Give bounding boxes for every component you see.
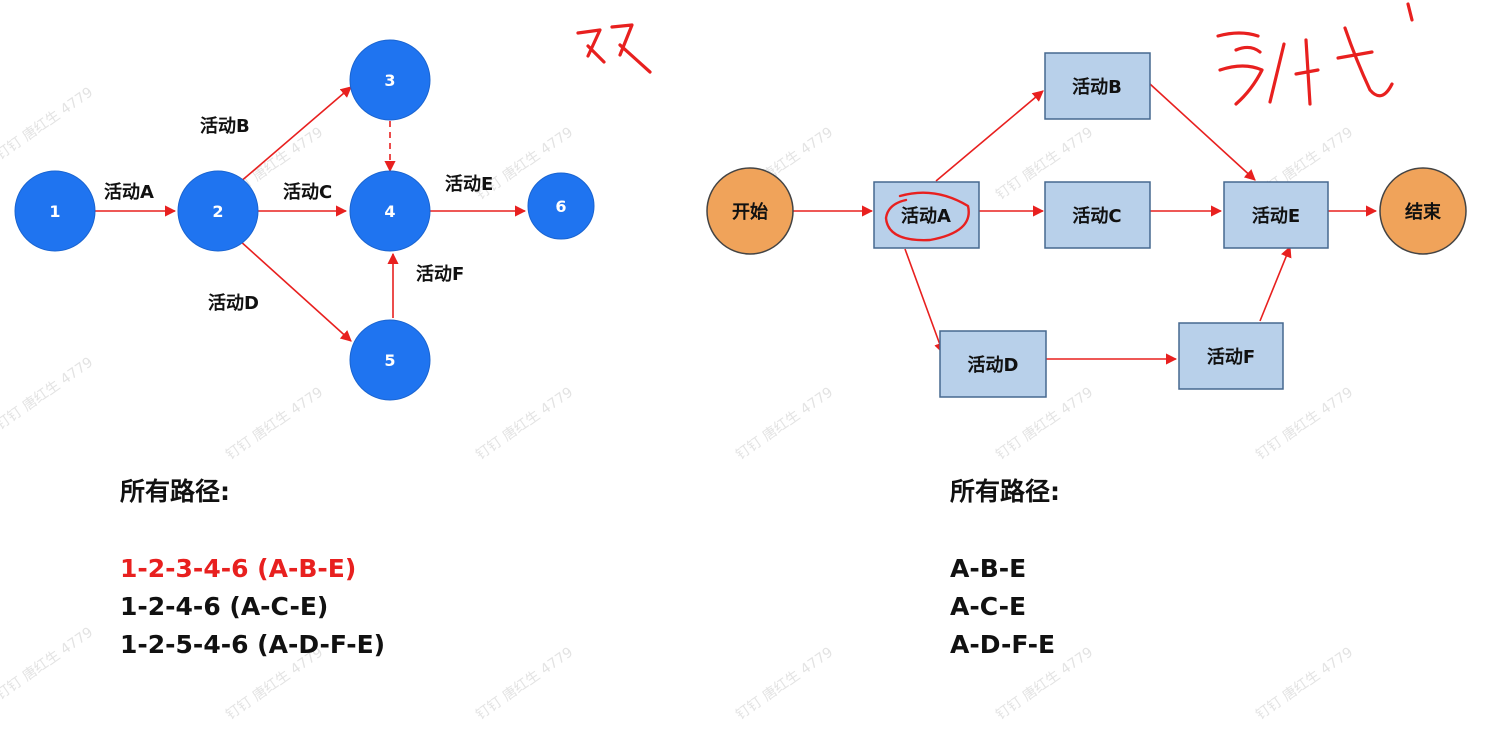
watermark: 钉钉 唐红生 4779 (733, 384, 837, 464)
edge-f-e (1259, 245, 1292, 322)
start-label: 开始 (732, 201, 768, 223)
edge-a-d (904, 248, 945, 355)
node-3-label: 3 (384, 71, 395, 90)
left-paths-block: 所有路径: 1-2-3-4-6 (A-B-E) 1-2-4-6 (A-C-E) … (120, 472, 385, 664)
left-paths-title: 所有路径: (120, 477, 230, 506)
watermark: 钉钉 唐红生 4779 (1253, 644, 1357, 724)
box-c-label: 活动C (1072, 205, 1121, 227)
watermark: 钉钉 唐红生 4779 (473, 644, 577, 724)
edge-label-a: 活动A (104, 181, 154, 203)
node-6-label: 6 (555, 197, 566, 216)
edge-b-e (1149, 83, 1256, 181)
node-2-label: 2 (212, 202, 223, 221)
edge-label-e: 活动E (445, 173, 493, 195)
edge-2-5 (238, 239, 352, 342)
watermark: 钉钉 唐红生 4779 (733, 644, 837, 724)
watermark: 钉钉 唐红生 4779 (1253, 384, 1357, 464)
end-label: 结束 (1405, 201, 1442, 223)
right-path-3: A-D-F-E (950, 630, 1056, 659)
box-a-label: 活动A (901, 205, 951, 227)
right-network: 开始 结束 活动A 活动B 活动C 活动D 活动E 活动F (706, 52, 1467, 398)
box-f-label: 活动F (1207, 346, 1255, 368)
edge-label-b: 活动B (200, 115, 250, 137)
box-b-label: 活动B (1072, 76, 1122, 98)
left-path-2: 1-2-4-6 (A-C-E) (120, 592, 329, 621)
handwritten-mark-right (1216, 2, 1414, 106)
edge-label-c: 活动C (283, 181, 332, 203)
node-4-label: 4 (384, 202, 395, 221)
left-path-1: 1-2-3-4-6 (A-B-E) (120, 554, 357, 583)
right-paths-title: 所有路径: (950, 477, 1060, 506)
box-e-label: 活动E (1252, 205, 1300, 227)
node-5-label: 5 (384, 351, 395, 370)
box-d-label: 活动D (968, 354, 1019, 376)
watermark: 钉钉 唐红生 4779 (0, 84, 96, 164)
watermark: 钉钉 唐红生 4779 (0, 354, 96, 434)
left-path-3: 1-2-5-4-6 (A-D-F-E) (120, 630, 386, 659)
edge-2-3 (238, 86, 352, 184)
edge-label-f: 活动F (416, 263, 464, 285)
right-paths-block: 所有路径: A-B-E A-C-E A-D-F-E (950, 472, 1060, 664)
node-1-label: 1 (49, 202, 60, 221)
edge-label-d: 活动D (208, 292, 259, 314)
watermark: 钉钉 唐红生 4779 (473, 384, 577, 464)
right-path-2: A-C-E (950, 592, 1027, 621)
watermark: 钉钉 唐红生 4779 (223, 384, 327, 464)
right-path-1: A-B-E (950, 554, 1027, 583)
handwritten-mark-left (576, 23, 652, 74)
watermark: 钉钉 唐红生 4779 (0, 624, 96, 704)
left-network: 1 2 3 4 5 6 活动A 活动B 活动C 活动D 活动E 活动F (14, 39, 595, 401)
